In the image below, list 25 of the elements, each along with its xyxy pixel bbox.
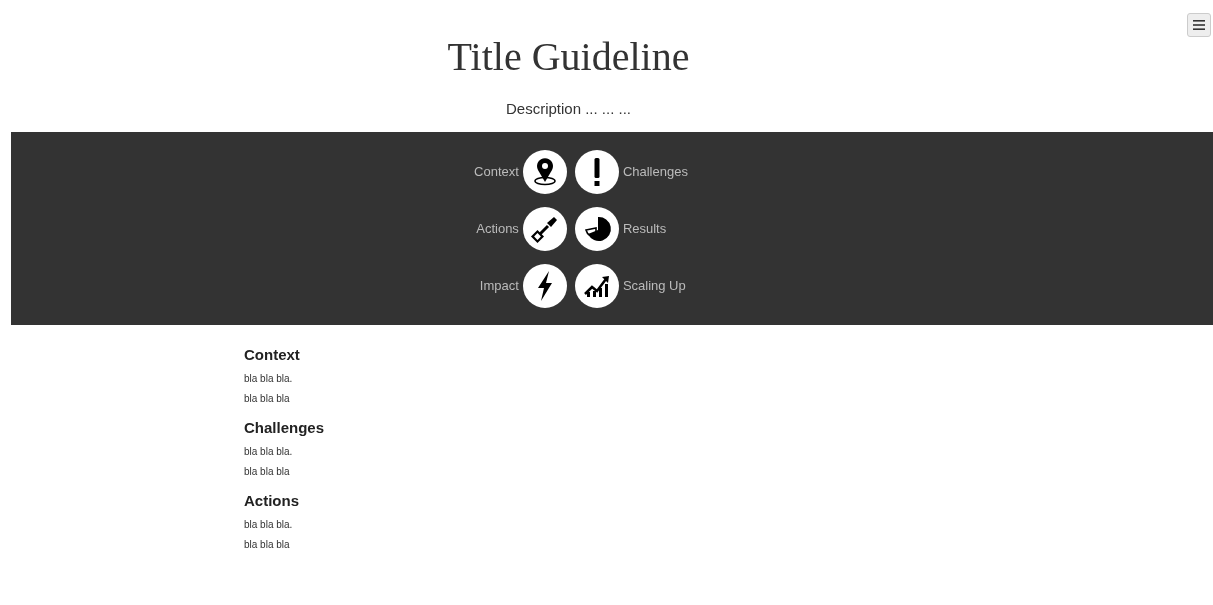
page-description: Description ... ... ... [505, 100, 631, 118]
menu-button[interactable] [1187, 13, 1211, 37]
page-title: Title Guideline [447, 33, 690, 80]
paragraph: bla bla bla [244, 538, 290, 551]
exclamation-icon [574, 149, 619, 194]
lightning-icon [522, 263, 567, 308]
paragraph: bla bla bla [244, 465, 290, 478]
growth-chart-icon [574, 263, 619, 308]
shovel-icon [522, 206, 567, 251]
paragraph: bla bla bla [244, 392, 290, 405]
nav-link[interactable]: Actions [474, 206, 567, 251]
nav-link[interactable]: Challenges [574, 149, 688, 194]
nav-link[interactable]: Scaling Up [574, 263, 688, 308]
nav-link[interactable]: Results [574, 206, 688, 251]
section-heading: Context [244, 345, 300, 365]
pie-chart-icon [574, 206, 619, 251]
map-pin-icon [522, 149, 567, 194]
nav-link[interactable]: Context [474, 149, 567, 194]
paragraph: bla bla bla. [244, 518, 293, 531]
paragraph: bla bla bla. [244, 445, 293, 458]
paragraph: bla bla bla. [244, 372, 293, 385]
nav-link[interactable]: Impact [474, 263, 567, 308]
section-heading: Challenges [244, 418, 325, 438]
menu-icon [1193, 20, 1205, 30]
section-heading: Actions [244, 491, 299, 511]
